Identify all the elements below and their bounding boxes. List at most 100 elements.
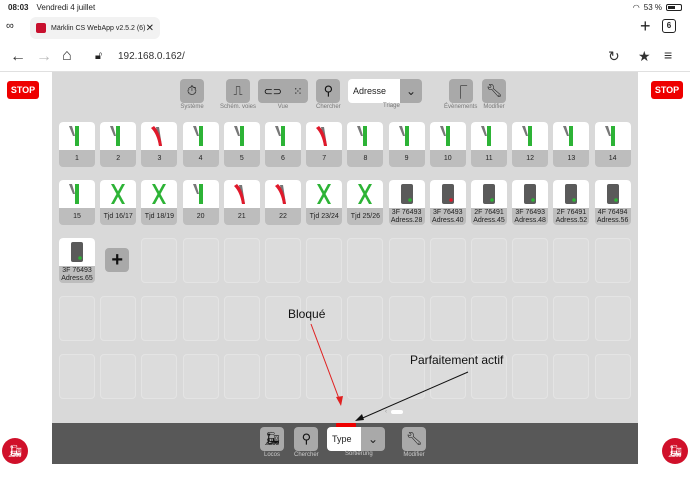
crossing-tile[interactable]: Tjd 18/19 — [141, 180, 178, 225]
tab-close-button[interactable]: ✕ — [146, 23, 154, 34]
empty-slot[interactable] — [223, 354, 260, 399]
empty-slot[interactable] — [182, 296, 219, 341]
empty-slot[interactable] — [553, 354, 590, 399]
signal-tile[interactable]: 2F 76491 Adress.45 — [471, 180, 507, 225]
empty-slot[interactable] — [471, 238, 507, 283]
turnout-tile[interactable]: 1 — [59, 122, 95, 167]
sort-select[interactable]: Adresse ⌄ — [348, 79, 422, 103]
turnout-tile[interactable]: 5 — [223, 122, 260, 167]
turnout-tile[interactable]: 6 — [265, 122, 301, 167]
tab-count-button[interactable]: 6 — [662, 19, 676, 33]
turnout-tile[interactable]: 10 — [429, 122, 466, 167]
empty-slot[interactable]: + — [100, 238, 137, 283]
locos-tool[interactable]: 🚂︎ Locos — [260, 427, 284, 458]
crossing-tile[interactable]: Tjd 23/24 — [306, 180, 343, 225]
empty-slot[interactable] — [347, 296, 384, 341]
turnout-tile[interactable]: 13 — [553, 122, 590, 167]
bottom-chercher-tool[interactable]: ⚲ Chercher — [294, 427, 319, 458]
empty-slot[interactable] — [306, 354, 343, 399]
empty-slot[interactable] — [347, 354, 384, 399]
empty-slot[interactable] — [182, 238, 219, 283]
signal-tile[interactable]: 2F 76491 Adress.52 — [553, 180, 590, 225]
empty-slot[interactable] — [512, 354, 549, 399]
loco-control-left[interactable]: 🚂︎ — [2, 438, 28, 464]
empty-slot[interactable] — [59, 296, 95, 341]
page-left-icon[interactable]: ‹ — [385, 409, 387, 415]
type-select[interactable]: Type ⌄ — [327, 427, 385, 451]
systeme-tool[interactable]: ⏱ Système — [180, 79, 204, 110]
stop-button-left[interactable]: STOP — [7, 81, 39, 99]
turnout-tile[interactable]: 7 — [306, 122, 343, 167]
turnout-tile[interactable]: 8 — [347, 122, 384, 167]
back-arrow-icon[interactable]: ← — [10, 48, 26, 66]
insecure-lock-icon[interactable]: 🔓︎ — [95, 50, 102, 63]
browser-tab[interactable]: Märklin CS WebApp v2.5.2 (6) ✕ — [30, 17, 160, 39]
empty-slot[interactable] — [141, 354, 178, 399]
vue-label: Vue — [277, 104, 289, 110]
url-field[interactable]: 192.168.0.162/ — [118, 51, 185, 62]
turnout-tile[interactable]: 22 — [265, 180, 301, 225]
vue-tool[interactable]: ⊂⊃ ⁙ Vue — [258, 79, 308, 110]
turnout-tile[interactable]: 14 — [594, 122, 631, 167]
empty-slot[interactable] — [265, 354, 301, 399]
crossing-tile[interactable]: Tjd 25/26 — [347, 180, 384, 225]
signal-tile[interactable]: 4F 76494 Adress.56 — [594, 180, 631, 225]
chevron-down-icon[interactable]: ⌄ — [361, 427, 385, 451]
empty-slot[interactable] — [100, 296, 137, 341]
signal-tile[interactable]: 3F 76493 Adress.65 — [59, 238, 95, 283]
empty-slot[interactable] — [594, 354, 631, 399]
empty-slot[interactable] — [59, 354, 95, 399]
empty-slot[interactable] — [553, 296, 590, 341]
turnout-tile[interactable]: 4 — [182, 122, 219, 167]
signal-tile[interactable]: 3F 76493 Adress.28 — [388, 180, 425, 225]
signal-tile[interactable]: 3F 76493 Adress.40 — [429, 180, 466, 225]
stop-button-right[interactable]: STOP — [651, 81, 683, 99]
modifier-tool[interactable]: 🔧︎ Modifier — [482, 79, 506, 110]
new-tab-button[interactable]: + — [640, 16, 651, 37]
empty-slot[interactable] — [594, 296, 631, 341]
empty-slot[interactable] — [388, 238, 425, 283]
turnout-tile[interactable]: 11 — [471, 122, 507, 167]
empty-slot[interactable] — [429, 296, 466, 341]
empty-slot[interactable] — [100, 354, 137, 399]
bottom-modifier-tool[interactable]: 🔧︎ Modifier — [402, 427, 426, 458]
evenements-tool[interactable]: ⎾ Évènements — [444, 79, 477, 110]
empty-slot[interactable] — [182, 354, 219, 399]
bookmark-star-icon[interactable]: ★ — [638, 48, 651, 65]
tab-overview-icon[interactable]: ∞ — [6, 20, 14, 32]
empty-slot[interactable] — [265, 238, 301, 283]
empty-slot[interactable] — [512, 296, 549, 341]
page-pill[interactable] — [391, 410, 403, 414]
turnout-tile[interactable]: 9 — [388, 122, 425, 167]
loco-control-right[interactable]: 🚂︎ — [662, 438, 688, 464]
menu-icon[interactable]: ≡ — [664, 47, 672, 63]
page-indicator[interactable]: ‹ — [385, 408, 407, 416]
empty-slot[interactable] — [141, 238, 178, 283]
chercher-tool[interactable]: ⚲ Chercher — [316, 79, 341, 110]
empty-slot[interactable] — [553, 238, 590, 283]
signal-tile[interactable]: 3F 76493 Adress.48 — [512, 180, 549, 225]
empty-slot[interactable] — [223, 238, 260, 283]
turnout-tile[interactable]: 12 — [512, 122, 549, 167]
turnout-tile[interactable]: 21 — [223, 180, 260, 225]
reload-icon[interactable]: ↻ — [608, 48, 620, 65]
empty-slot[interactable] — [388, 296, 425, 341]
crossing-tile[interactable]: Tjd 16/17 — [100, 180, 137, 225]
turnout-tile[interactable]: 3 — [141, 122, 178, 167]
forward-arrow-icon[interactable]: → — [36, 48, 52, 66]
empty-slot[interactable] — [223, 296, 260, 341]
empty-slot[interactable] — [471, 296, 507, 341]
turnout-tile[interactable]: 20 — [182, 180, 219, 225]
empty-slot[interactable] — [347, 238, 384, 283]
empty-slot[interactable] — [306, 238, 343, 283]
add-accessory-button[interactable]: + — [105, 248, 130, 272]
chevron-down-icon[interactable]: ⌄ — [400, 79, 422, 103]
empty-slot[interactable] — [594, 238, 631, 283]
empty-slot[interactable] — [512, 238, 549, 283]
home-icon[interactable]: ⌂ — [62, 47, 72, 65]
schem-voies-tool[interactable]: ⎍ Schém. voies — [220, 79, 256, 110]
empty-slot[interactable] — [141, 296, 178, 341]
turnout-tile[interactable]: 15 — [59, 180, 95, 225]
turnout-tile[interactable]: 2 — [100, 122, 137, 167]
empty-slot[interactable] — [429, 238, 466, 283]
